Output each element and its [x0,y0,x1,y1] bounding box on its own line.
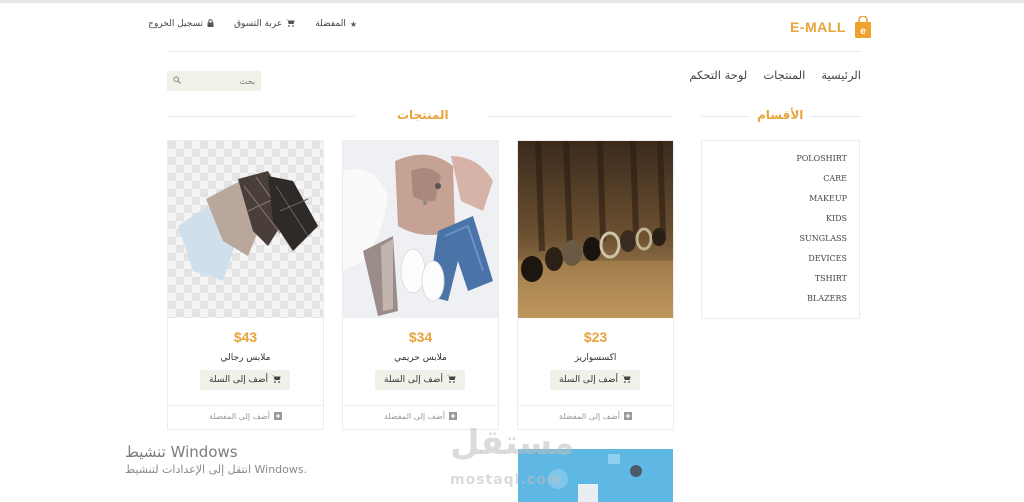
site-watermark-logo: مستقل [450,423,575,463]
category-item[interactable]: CARE [702,173,847,193]
star-icon: ★ [349,19,357,29]
add-to-favorites-label: أضف إلى المفضلة [209,412,270,421]
brand-logo[interactable]: e E-MALL [790,15,872,38]
search-box [167,71,261,91]
logout-link[interactable]: تسجيل الخروج [148,19,214,29]
add-to-favorites-label: أضف إلى المفضلة [384,412,445,421]
categories-title: الأقسام [757,108,804,122]
product-card: $23 اكسسواريز أضف إلى السلة أضف إلى المف… [517,140,674,430]
add-to-cart-label: أضف إلى السلة [559,375,619,385]
category-item[interactable]: DEVICES [702,253,847,273]
product-price: $23 [583,329,608,345]
category-item[interactable]: KIDS [702,213,847,233]
search-icon[interactable] [173,76,181,86]
product-image[interactable] [168,141,323,318]
add-to-cart-button[interactable]: أضف إلى السلة [200,370,290,390]
products-rule-left [167,116,354,117]
product-price: $34 [408,329,433,345]
product-card: $34 ملابس حريمي أضف إلى السلة أضف إلى ال… [342,140,499,430]
products-title: المنتجات [397,108,449,122]
windows-activation-notice: تنشيط Windows انتقل إلى الإعدادات لتنشيط… [125,443,307,476]
product-name: ملابس رجالي [220,353,271,363]
add-to-cart-button[interactable]: أضف إلى السلة [550,370,640,390]
logout-label: تسجيل الخروج [148,19,204,29]
top-border [0,0,1024,3]
categories-rule-left [701,116,749,117]
nav-home[interactable]: الرئيسية [821,68,861,82]
cart-label: عربة التسوق [234,19,283,29]
plus-square-icon [273,412,282,422]
add-to-favorites-link[interactable]: أضف إلى المفضلة [343,412,498,422]
favorites-label: المفضلة [315,19,346,29]
card-divider [343,405,498,406]
cart-link[interactable]: عربة التسوق [234,19,295,29]
add-to-favorites-label: أضف إلى المفضلة [559,412,620,421]
plus-square-icon [448,412,457,422]
activation-title: تنشيط Windows [125,443,238,461]
top-links: ★ المفضلة عربة التسوق تسجيل الخروج [148,19,357,29]
category-item[interactable]: POLOSHIRT [702,153,847,173]
products-rule-right [487,116,673,117]
lock-icon [207,19,214,29]
plus-square-icon [623,412,632,422]
add-to-favorites-link[interactable]: أضف إلى المفضلة [518,412,673,422]
cart-icon [622,375,631,386]
product-card: $43 ملابس رجالي أضف إلى السلة أضف إلى ال… [167,140,324,430]
add-to-favorites-link[interactable]: أضف إلى المفضلة [168,412,323,422]
category-item[interactable]: MAKEUP [702,193,847,213]
categories-rule-right [810,116,861,117]
add-to-cart-label: أضف إلى السلة [209,375,269,385]
cart-icon [447,375,456,386]
header-divider [167,51,861,52]
add-to-cart-label: أضف إلى السلة [384,375,444,385]
card-divider [168,405,323,406]
shopping-bag-icon: e [854,15,872,38]
add-to-cart-button[interactable]: أضف إلى السلة [375,370,465,390]
search-input[interactable] [195,76,255,86]
favorites-link[interactable]: ★ المفضلة [315,19,357,29]
product-price: $43 [233,329,258,345]
cart-icon [272,375,281,386]
product-name: اكسسواريز [574,353,617,363]
product-image[interactable] [343,141,498,318]
category-item[interactable]: SUNGLASS [702,233,847,253]
svg-text:e: e [860,26,866,37]
cart-icon [286,19,295,29]
product-name: ملابس حريمي [394,353,447,363]
nav-products[interactable]: المنتجات [763,68,805,82]
activation-subtitle: انتقل إلى الإعدادات لتنشيط Windows. [125,463,308,476]
category-item[interactable]: TSHIRT [702,273,847,293]
site-watermark-url: mostaql.com [450,472,563,488]
main-nav: الرئيسية المنتجات لوحة التحكم [689,68,861,82]
category-item[interactable]: BLAZERS [702,293,847,313]
card-divider [518,405,673,406]
nav-dashboard[interactable]: لوحة التحكم [689,68,747,82]
product-image[interactable] [518,140,673,318]
categories-panel: POLOSHIRT CARE MAKEUP KIDS SUNGLASS DEVI… [701,140,860,319]
brand-name: E-MALL [790,19,846,35]
